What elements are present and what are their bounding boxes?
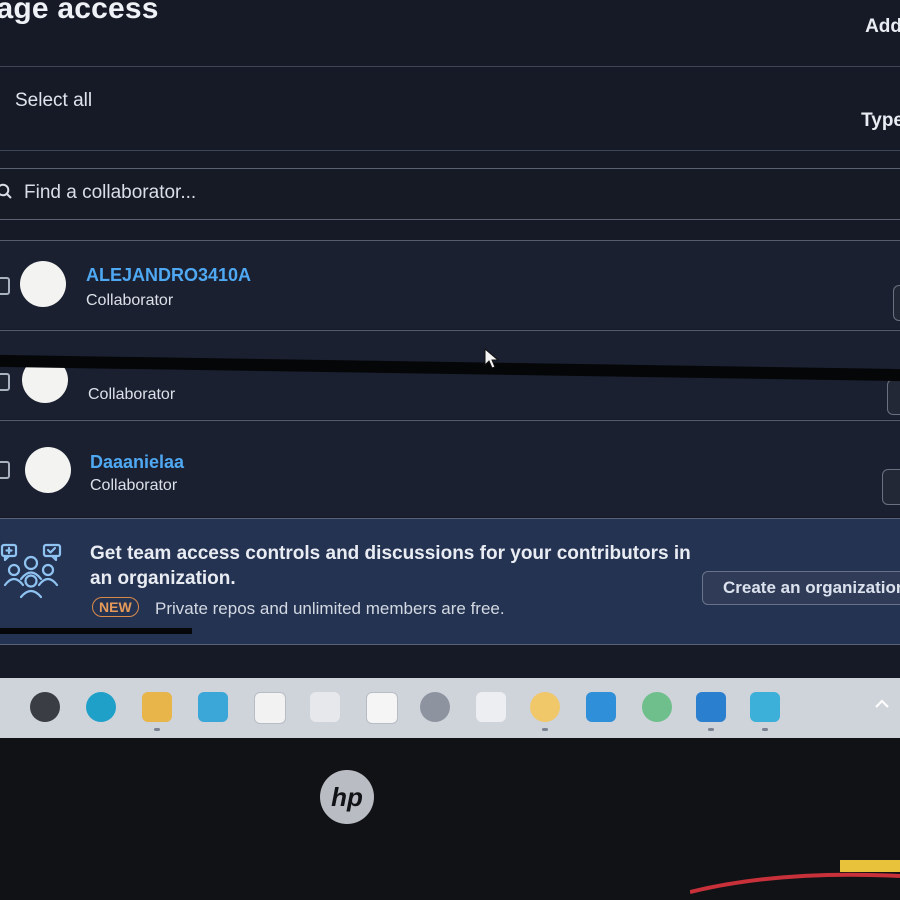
collaborator-username[interactable]: Daaanielaa <box>90 452 184 473</box>
select-all-label[interactable]: Select all <box>15 90 92 112</box>
remove-collaborator-button[interactable] <box>882 469 900 505</box>
promo-subtext: Private repos and unlimited members are … <box>155 599 505 618</box>
avatar <box>25 447 71 493</box>
power-icon[interactable] <box>30 692 60 722</box>
remove-collaborator-button[interactable] <box>893 285 900 321</box>
collaborator-role: Collaborator <box>90 477 178 494</box>
taskbar <box>0 678 900 738</box>
create-organization-button[interactable]: Create an organization <box>702 571 900 605</box>
running-indicator <box>154 728 160 731</box>
files-icon[interactable] <box>254 692 286 724</box>
add-collaborator-button[interactable]: Add <box>865 16 900 38</box>
chat-icon[interactable] <box>476 692 506 722</box>
search-input[interactable] <box>24 181 624 205</box>
collaborator-username[interactable]: ALEJANDRO3410A <box>86 265 251 286</box>
file-explorer-icon[interactable] <box>142 692 172 722</box>
screen: nage access Add Select all Type ALEJANDR… <box>0 0 900 738</box>
vscode-icon[interactable] <box>696 692 726 722</box>
avatar <box>20 261 66 307</box>
search-icon <box>0 183 12 199</box>
phone-link-icon[interactable] <box>750 692 780 722</box>
search-row <box>0 168 900 220</box>
photos-icon[interactable] <box>198 692 228 722</box>
collaborator-row: Daaanielaa Collaborator <box>0 420 900 517</box>
lamp-icon[interactable] <box>530 692 560 722</box>
running-indicator <box>542 728 548 731</box>
new-badge: NEW <box>92 597 139 617</box>
running-indicator <box>762 728 768 731</box>
divider <box>0 66 900 67</box>
organization-promo: Get team access controls and discussions… <box>0 518 900 645</box>
team-icon <box>0 543 62 599</box>
svg-text:hp: hp <box>331 782 363 812</box>
cable <box>690 860 900 894</box>
collaborator-role: Collaborator <box>88 386 176 403</box>
row-checkbox[interactable] <box>0 461 10 479</box>
whatsapp-icon[interactable] <box>642 692 672 722</box>
edge-icon[interactable] <box>86 692 116 722</box>
remove-collaborator-button[interactable] <box>887 379 900 415</box>
pen-icon[interactable] <box>310 692 340 722</box>
store-icon[interactable] <box>586 692 616 722</box>
page-title: nage access <box>0 0 159 25</box>
running-indicator <box>708 728 714 731</box>
roblox-icon[interactable] <box>366 692 398 724</box>
divider <box>0 150 900 151</box>
row-checkbox[interactable] <box>0 277 10 295</box>
row-checkbox[interactable] <box>0 373 10 391</box>
hp-logo: hp <box>320 770 374 824</box>
mouse-cursor-icon <box>484 348 500 369</box>
promo-heading: Get team access controls and discussions… <box>90 543 691 589</box>
type-filter[interactable]: Type <box>861 110 900 132</box>
collaborator-role: Collaborator <box>86 292 174 309</box>
display-glitch <box>0 628 192 634</box>
monitor-bezel: hp <box>0 738 900 900</box>
game-icon[interactable] <box>420 692 450 722</box>
chevron-up-icon[interactable] <box>874 696 890 712</box>
collaborator-row: ALEJANDRO3410A Collaborator <box>0 240 900 329</box>
